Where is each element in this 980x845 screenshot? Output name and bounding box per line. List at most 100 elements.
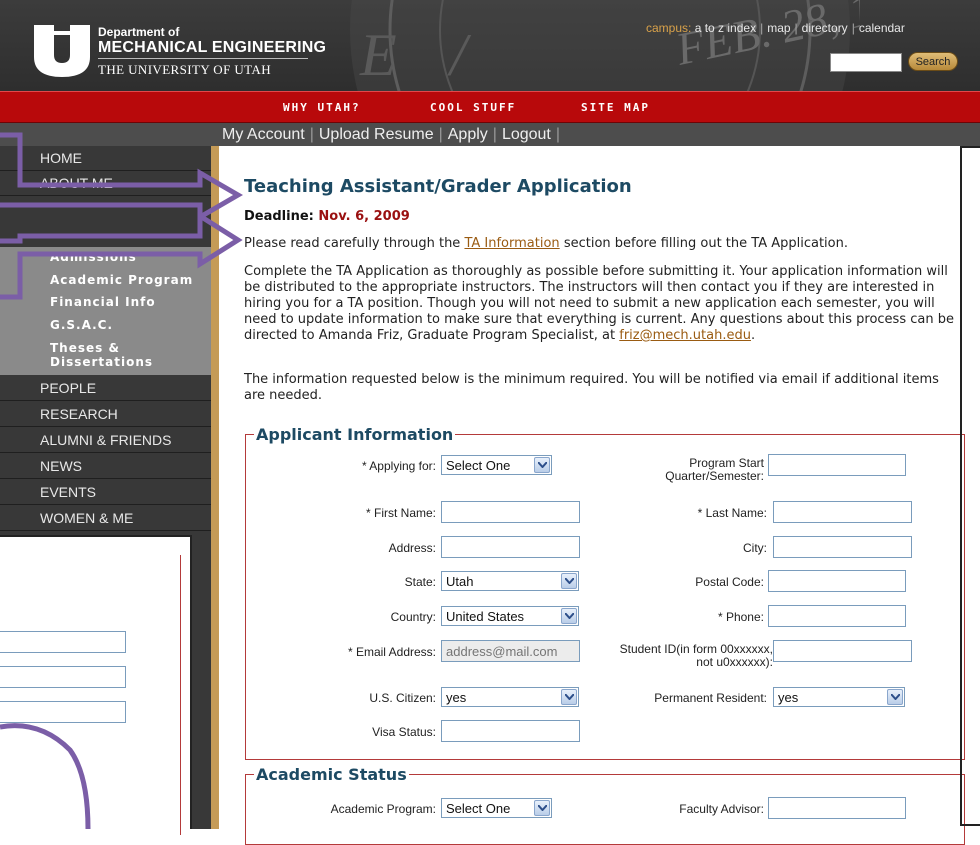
sidebar-item-people[interactable]: PEOPLE: [0, 376, 211, 401]
sidebar-item-alumni[interactable]: ALUMNI & FRIENDS: [0, 428, 211, 453]
account-nav: My Account | Upload Resume | Apply | Logout |: [222, 126, 565, 144]
chevron-down-icon: [534, 457, 550, 473]
calendar-link[interactable]: calendar: [859, 21, 905, 35]
site-search-input[interactable]: [830, 53, 902, 72]
academic-program-value: Select One: [446, 801, 511, 816]
university-u-logo[interactable]: [34, 25, 90, 77]
phone-input[interactable]: [768, 605, 906, 627]
country-value: United States: [446, 609, 525, 624]
city-input[interactable]: [773, 536, 912, 558]
permanent-resident-value: yes: [778, 690, 799, 705]
sidebar-submenu: Admissions Academic Program Financial In…: [0, 247, 211, 375]
nav-cool-stuff[interactable]: COOL STUFF: [430, 101, 516, 114]
country-select[interactable]: United States: [441, 606, 579, 626]
submenu-theses[interactable]: Theses &: [50, 341, 120, 355]
upload-resume-link[interactable]: Upload Resume: [319, 126, 434, 143]
student-id-label: Student ID(in form 00xxxxxx, not u0xxxxx…: [585, 643, 773, 669]
sidebar-item-label: NEWS: [40, 458, 82, 474]
zoom-section-border: [180, 555, 181, 835]
permanent-resident-label: Permanent Resident:: [654, 691, 767, 705]
sidebar-item-research[interactable]: RESEARCH: [0, 402, 211, 427]
site-header: FEB. 28, 1850 E / Department of MECHANIC…: [0, 0, 980, 91]
student-id-label-line1: Student ID(in form 00xxxxxx,: [619, 642, 773, 656]
separator: |: [794, 21, 798, 35]
campus-label: campus:: [646, 21, 692, 35]
program-start-label-line1: Program Start: [689, 456, 764, 470]
faculty-advisor-input[interactable]: [768, 797, 906, 819]
us-citizen-value: yes: [446, 690, 467, 705]
submenu-admissions[interactable]: Admissions: [50, 250, 137, 264]
sidebar-item-label: HOME: [40, 150, 82, 166]
deadline: Deadline: Nov. 6, 2009: [244, 209, 410, 224]
email-link[interactable]: friz@mech.utah.edu: [619, 328, 751, 343]
separator: |: [851, 21, 855, 35]
intro-text-post: section before filling out the TA Applic…: [563, 236, 848, 251]
academic-program-select[interactable]: Select One: [441, 798, 552, 818]
sidebar-item-women-me[interactable]: WOMEN & ME: [0, 506, 211, 531]
program-start-input[interactable]: [768, 454, 906, 476]
first-name-label: * First Name:: [365, 506, 436, 520]
directory-link[interactable]: directory: [802, 21, 848, 35]
primary-nav: WHY UTAH? COOL STUFF SITE MAP: [0, 91, 980, 123]
header-divider: [98, 58, 308, 59]
us-citizen-label: U.S. Citizen:: [369, 691, 436, 705]
submenu-academic-program[interactable]: Academic Program: [50, 273, 193, 287]
nav-site-map[interactable]: SITE MAP: [581, 101, 650, 114]
university-name[interactable]: THE UNIVERSITY OF UTAH: [98, 62, 271, 78]
separator: |: [492, 126, 497, 143]
sidebar-item-label: EVENTS: [40, 484, 97, 500]
department-name[interactable]: MECHANICAL ENGINEERING: [98, 39, 326, 57]
svg-text:E: E: [359, 22, 397, 88]
chevron-down-icon: [561, 689, 577, 705]
us-citizen-select[interactable]: yes: [441, 687, 579, 707]
chevron-down-icon: [561, 608, 577, 624]
separator: |: [438, 126, 443, 143]
program-start-label: Program Start Quarter/Semester:: [599, 457, 764, 483]
academic-program-label: Academic Program:: [330, 802, 436, 816]
applying-for-select[interactable]: Select One: [441, 455, 552, 475]
zoom-input-3: [0, 701, 126, 723]
zoom-callout-panel: [0, 535, 192, 835]
search-button[interactable]: Search: [908, 52, 958, 71]
submenu-financial-info[interactable]: Financial Info: [50, 295, 156, 309]
permanent-resident-select[interactable]: yes: [773, 687, 905, 707]
instructions-text: Complete the TA Application as thoroughl…: [244, 264, 954, 343]
intro-text-pre: Please read carefully through the: [244, 236, 461, 251]
state-select[interactable]: Utah: [441, 571, 579, 591]
sidebar-item-about-me[interactable]: ABOUT ME: [0, 171, 211, 196]
zoom-input-2: [0, 666, 126, 688]
visa-status-label: Visa Status:: [372, 725, 436, 739]
atoz-index-link[interactable]: a to z index: [695, 21, 756, 35]
sidebar-item-events[interactable]: EVENTS: [0, 480, 211, 505]
city-label: City:: [743, 541, 767, 555]
deadline-label: Deadline:: [244, 209, 314, 224]
logout-link[interactable]: Logout: [502, 126, 551, 143]
email-address-label: * Email Address:: [347, 645, 436, 659]
email-address-input[interactable]: [441, 640, 580, 662]
account-bar: My Account | Upload Resume | Apply | Logout |: [0, 123, 980, 146]
student-id-input[interactable]: [773, 640, 912, 662]
submenu-dissertations[interactable]: Dissertations: [50, 355, 153, 369]
sidebar-item-news[interactable]: NEWS: [0, 454, 211, 479]
my-account-link[interactable]: My Account: [222, 126, 305, 143]
sidebar-item-label: ALUMNI & FRIENDS: [40, 432, 172, 448]
nav-why-utah[interactable]: WHY UTAH?: [283, 101, 361, 114]
instructions-paragraph: Complete the TA Application as thoroughl…: [244, 264, 964, 344]
first-name-input[interactable]: [441, 501, 580, 523]
postal-code-label: Postal Code:: [695, 575, 764, 589]
address-input[interactable]: [441, 536, 580, 558]
visa-status-input[interactable]: [441, 720, 580, 742]
ta-information-link[interactable]: TA Information: [464, 236, 559, 251]
sidebar-item-label: PEOPLE: [40, 380, 97, 396]
map-link[interactable]: map: [767, 21, 790, 35]
apply-link[interactable]: Apply: [448, 126, 488, 143]
separator: |: [760, 21, 764, 35]
page-title: Teaching Assistant/Grader Application: [244, 176, 632, 197]
applicant-section-title: Applicant Information: [256, 425, 454, 444]
sidebar-item-label: ABOUT ME: [40, 175, 113, 191]
postal-code-input[interactable]: [768, 570, 906, 592]
faculty-advisor-label: Faculty Advisor:: [679, 802, 764, 816]
submenu-gsac[interactable]: G.S.A.C.: [50, 318, 113, 332]
sidebar-item-home[interactable]: HOME: [0, 146, 211, 171]
last-name-input[interactable]: [773, 501, 912, 523]
